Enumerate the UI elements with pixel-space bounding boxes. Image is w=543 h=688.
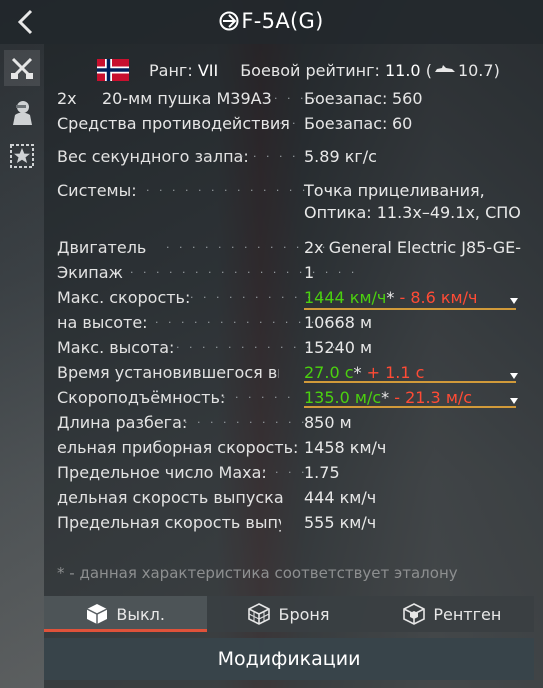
systems-line-2: Оптика: 11.3x–49.1x, СПО	[304, 203, 521, 222]
br-alt-value: 10.7	[457, 60, 494, 80]
max-altitude-value: 15240 м	[304, 338, 373, 357]
tab-armor[interactable]: Броня	[207, 596, 370, 632]
br-label: Боевой рейтинг:	[240, 60, 380, 80]
cube-xray-icon	[403, 603, 426, 625]
gear-speed-value: 444 км/ч	[304, 488, 377, 507]
reference-note: * - данная характеристика соответствует …	[57, 564, 458, 582]
view-mode-tabs: Выкл. Броня Рентген	[44, 596, 534, 632]
flaps-speed-label: Предельная скорость выпус	[57, 513, 281, 532]
turn-time-underline	[304, 381, 516, 383]
leader-dots: · · · · · ·	[240, 150, 312, 163]
armament-name: 20-мм пушка M39A3	[102, 89, 272, 108]
max-speed-label: Макс. скорость:	[57, 288, 191, 307]
sidebar-item-weapons[interactable]	[4, 50, 40, 86]
armament-count: 2x	[57, 89, 77, 108]
sidebar-item-crew[interactable]	[4, 94, 40, 130]
systems-line-1: Точка прицеливания,	[304, 181, 485, 200]
rank-row: Ранг: VII Боевой рейтинг: 11.0 ( 10.7)	[97, 57, 500, 83]
leader-dots: · · · ·	[262, 466, 308, 479]
climb-value: 135.0 м/с	[304, 388, 382, 407]
tab-label: Броня	[278, 604, 330, 624]
turn-time-value: 27.0 с	[304, 363, 354, 382]
crew-label: Экипаж	[57, 263, 123, 282]
modifications-button[interactable]: Модификации	[44, 638, 534, 680]
mach-limit-value: 1.75	[304, 463, 340, 482]
max-speed-value: 1444 км/ч	[304, 288, 387, 307]
tab-xray[interactable]: Рентген	[371, 596, 534, 632]
vehicle-title: F-5A(G)	[0, 9, 543, 36]
leader-dots: · · · · · ·	[222, 391, 294, 404]
ammo-value: 60	[392, 114, 413, 133]
max-speed-value-group: 1444 км/ч* - 8.6 км/ч	[304, 287, 477, 309]
cube-armor-icon	[248, 603, 271, 625]
max-speed-underline	[304, 308, 516, 310]
takeoff-value: 850 м	[304, 413, 352, 432]
crew-value: 1	[304, 263, 315, 282]
turn-time-delta: + 1.1 с	[361, 363, 425, 382]
ammo-value: 560	[392, 89, 423, 108]
rank-label: Ранг:	[149, 60, 193, 80]
dropdown-triangle-icon[interactable]	[510, 373, 518, 379]
climb-delta: - 21.3 м/с	[389, 388, 473, 407]
cube-solid-icon	[87, 604, 108, 624]
tab-off[interactable]: Выкл.	[44, 596, 208, 632]
ias-limit-label: ельная приборная скорость:	[57, 438, 297, 457]
dropdown-triangle-icon[interactable]	[510, 398, 518, 404]
dropdown-triangle-icon[interactable]	[510, 298, 518, 304]
takeoff-label: Длина разбега:	[57, 413, 188, 432]
sidebar-item-favorites[interactable]	[4, 138, 40, 174]
climb-label: Скороподъёмность:	[57, 388, 226, 407]
engine-label: Двигатель	[57, 238, 147, 257]
roundel-icon	[219, 11, 239, 36]
br-value: 11.0	[384, 60, 421, 80]
tab-label: Рентген	[433, 604, 502, 624]
sidebar	[0, 44, 44, 184]
leader-dots: · · · · · · · · · · · · · · · · · ·	[130, 266, 358, 279]
reference-asterisk: *	[381, 388, 390, 407]
ammo-label: Боезапас:	[304, 89, 388, 108]
max-altitude-label: Макс. высота:	[57, 338, 175, 357]
aircraft-silhouette-icon	[434, 65, 455, 72]
at-altitude-value: 10668 м	[304, 313, 373, 332]
gear-speed-label: дельная скорость выпуска ш	[57, 488, 287, 507]
at-altitude-label: на высоте:	[57, 313, 148, 332]
climb-underline	[304, 406, 516, 408]
header-bar: F-5A(G)	[0, 0, 543, 44]
norway-flag-icon	[97, 59, 129, 81]
vehicle-name: F-5A(G)	[241, 9, 324, 33]
flaps-speed-value: 555 км/ч	[304, 513, 377, 532]
systems-label: Системы:	[57, 181, 137, 200]
mach-limit-label: Предельное число Маха:	[57, 463, 267, 482]
star-icon	[10, 144, 34, 168]
engine-value: 2x General Electric J85-GE-13	[304, 238, 522, 257]
reference-asterisk: *	[353, 363, 362, 382]
armament-name: Средства противодействия	[57, 114, 290, 133]
ias-limit-value: 1458 км/ч	[304, 438, 387, 457]
max-speed-delta: - 8.6 км/ч	[394, 288, 478, 307]
rank-value: VII	[197, 60, 219, 80]
crossed-weapons-icon	[11, 57, 33, 79]
pilot-icon	[13, 101, 32, 125]
salvo-label: Вес секундного залпа:	[57, 147, 249, 166]
salvo-value: 5.89 кг/с	[304, 147, 377, 166]
turn-time-label: Время установившегося вир	[57, 363, 279, 382]
ammo-label: Боезапас:	[304, 114, 388, 133]
tab-label: Выкл.	[116, 604, 165, 624]
